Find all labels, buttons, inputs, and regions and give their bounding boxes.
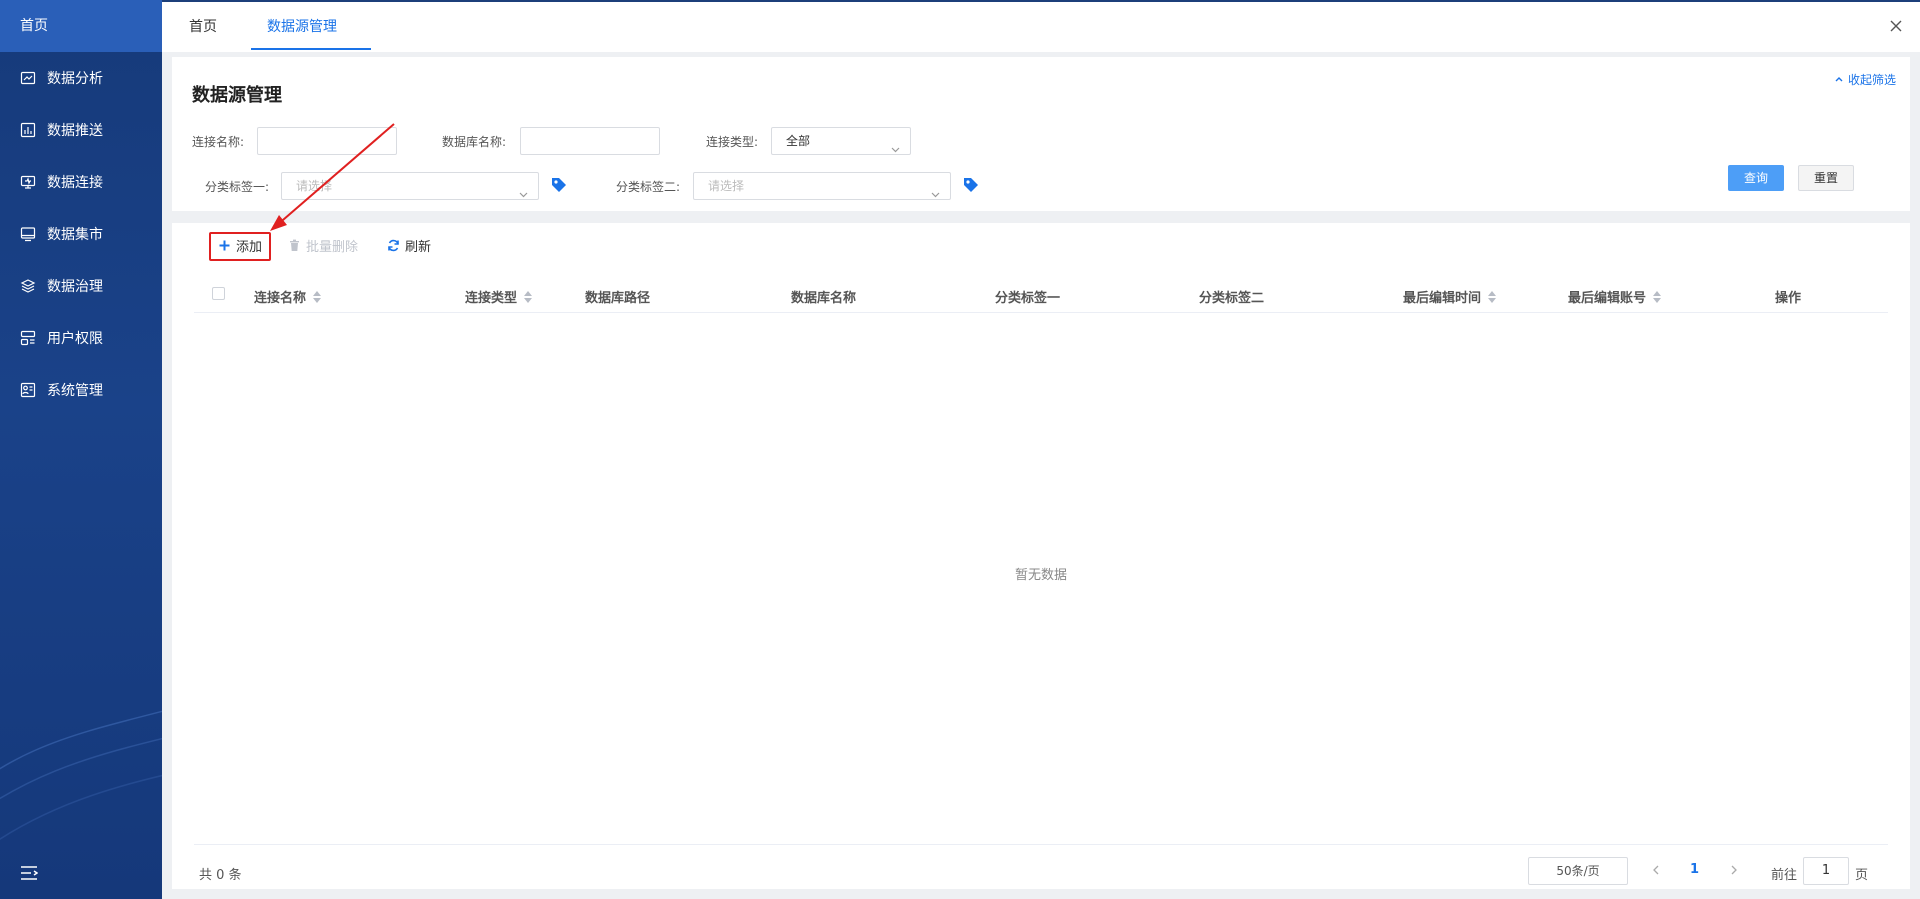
sort-icon[interactable] xyxy=(1488,290,1497,303)
page-title: 数据源管理 xyxy=(192,85,282,106)
sort-icon[interactable] xyxy=(313,290,322,303)
column-connection-name[interactable]: 连接名称 xyxy=(254,287,322,306)
sidebar-item-label: 数据治理 xyxy=(47,279,103,295)
database-name-label: 数据库名称: xyxy=(442,135,507,149)
goto-page-input[interactable]: 1 xyxy=(1803,857,1849,885)
chevron-down-icon xyxy=(891,137,900,153)
column-actions: 操作 xyxy=(1775,291,1802,306)
column-database-name: 数据库名称 xyxy=(791,291,857,306)
table-panel: 添加 批量删除 刷新 连接名称 连接类型 数据库路径 数据库名称 分类标签一 分… xyxy=(172,223,1910,889)
filter-panel: 数据源管理 收起筛选 连接名称: 数据库名称: 连接类型: 全部 分类标签一: … xyxy=(172,57,1910,211)
chevron-right-icon[interactable] xyxy=(1727,863,1741,877)
sidebar-home[interactable]: 首页 xyxy=(0,0,162,52)
sidebar-item-user-permission[interactable]: 用户权限 xyxy=(0,312,162,364)
sidebar-item-label: 数据推送 xyxy=(47,123,103,139)
total-count: 共 0 条 xyxy=(199,868,242,883)
sort-icon[interactable] xyxy=(524,290,533,303)
refresh-icon xyxy=(387,239,400,252)
sidebar-item-data-analysis[interactable]: 数据分析 xyxy=(0,52,162,104)
close-icon[interactable] xyxy=(1886,16,1906,36)
batch-delete-button[interactable]: 批量删除 xyxy=(288,236,358,255)
page-number-current[interactable]: 1 xyxy=(1690,862,1699,877)
sidebar-item-label: 系统管理 xyxy=(47,383,103,399)
monitor-icon xyxy=(20,226,36,242)
system-icon xyxy=(20,382,36,398)
column-database-path: 数据库路径 xyxy=(585,291,651,306)
sidebar: 首页 数据分析 数据推送 数据连接 数据集市 数据治理 用户权限 系统管理 xyxy=(0,0,162,899)
batch-delete-label: 批量删除 xyxy=(306,240,359,255)
tag-two-label: 分类标签二: xyxy=(616,180,681,194)
column-tag-one: 分类标签一 xyxy=(995,291,1061,306)
collapse-filter-button[interactable]: 收起筛选 xyxy=(1834,71,1896,88)
plus-icon xyxy=(218,239,231,252)
active-tab-indicator xyxy=(251,48,371,50)
page-size-select[interactable]: 50条/页 xyxy=(1528,857,1628,885)
tab-home[interactable]: 首页 xyxy=(189,2,217,52)
connection-icon xyxy=(20,174,36,190)
sort-icon[interactable] xyxy=(1653,290,1662,303)
column-tag-two: 分类标签二 xyxy=(1199,291,1265,306)
refresh-button[interactable]: 刷新 xyxy=(387,236,431,255)
chart-board-icon xyxy=(20,70,36,86)
connection-name-input[interactable] xyxy=(257,127,397,155)
database-name-input[interactable] xyxy=(520,127,660,155)
tab-bar: 首页 数据源管理 xyxy=(162,0,1920,52)
sidebar-item-label: 数据连接 xyxy=(47,175,103,191)
chevron-down-icon xyxy=(519,182,528,198)
column-last-edit-time[interactable]: 最后编辑时间 xyxy=(1403,287,1497,306)
goto-suffix: 页 xyxy=(1855,868,1869,883)
sidebar-decoration xyxy=(0,710,162,840)
menu-collapse-icon[interactable] xyxy=(20,865,39,881)
sidebar-item-label: 数据分析 xyxy=(47,71,103,87)
connection-name-label: 连接名称: xyxy=(192,135,245,149)
connection-type-label: 连接类型: xyxy=(706,135,759,149)
user-rows-icon xyxy=(20,330,36,346)
tag-two-select[interactable]: 请选择 xyxy=(693,172,951,200)
sidebar-item-data-mart[interactable]: 数据集市 xyxy=(0,208,162,260)
query-button[interactable]: 查询 xyxy=(1728,165,1784,191)
column-last-edit-account[interactable]: 最后编辑账号 xyxy=(1568,287,1662,306)
sidebar-item-label: 用户权限 xyxy=(47,331,103,347)
sidebar-item-label: 数据集市 xyxy=(47,227,103,243)
add-button[interactable]: 添加 xyxy=(218,236,262,255)
table-header: 连接名称 连接类型 数据库路径 数据库名称 分类标签一 分类标签二 最后编辑时间… xyxy=(194,279,1888,313)
add-button-label: 添加 xyxy=(236,240,263,255)
trash-icon xyxy=(288,239,301,252)
collapse-filter-label: 收起筛选 xyxy=(1847,73,1896,87)
reset-button[interactable]: 重置 xyxy=(1798,165,1854,191)
chevron-down-icon xyxy=(931,182,940,198)
chevron-up-icon xyxy=(1834,73,1844,87)
tag-two-placeholder: 请选择 xyxy=(708,179,745,193)
chevron-left-icon[interactable] xyxy=(1649,863,1663,877)
refresh-label: 刷新 xyxy=(405,240,432,255)
goto-prefix: 前往 xyxy=(1771,868,1798,883)
empty-state-text: 暂无数据 xyxy=(1014,568,1067,583)
tab-datasource-management[interactable]: 数据源管理 xyxy=(267,2,337,52)
connection-type-value: 全部 xyxy=(786,134,811,148)
divider xyxy=(194,844,1888,845)
layers-icon xyxy=(20,278,36,294)
bar-chart-icon xyxy=(20,122,36,138)
column-connection-type[interactable]: 连接类型 xyxy=(465,287,533,306)
tag-one-label: 分类标签一: xyxy=(205,180,270,194)
tag-one-select[interactable]: 请选择 xyxy=(281,172,539,200)
sidebar-item-data-connection[interactable]: 数据连接 xyxy=(0,156,162,208)
connection-type-select[interactable]: 全部 xyxy=(771,127,911,155)
tag-one-placeholder: 请选择 xyxy=(296,179,333,193)
tag-icon[interactable] xyxy=(962,176,980,194)
sidebar-item-data-governance[interactable]: 数据治理 xyxy=(0,260,162,312)
select-all-checkbox[interactable] xyxy=(212,287,225,300)
tag-icon[interactable] xyxy=(550,176,568,194)
sidebar-item-data-push[interactable]: 数据推送 xyxy=(0,104,162,156)
sidebar-item-system-management[interactable]: 系统管理 xyxy=(0,364,162,416)
